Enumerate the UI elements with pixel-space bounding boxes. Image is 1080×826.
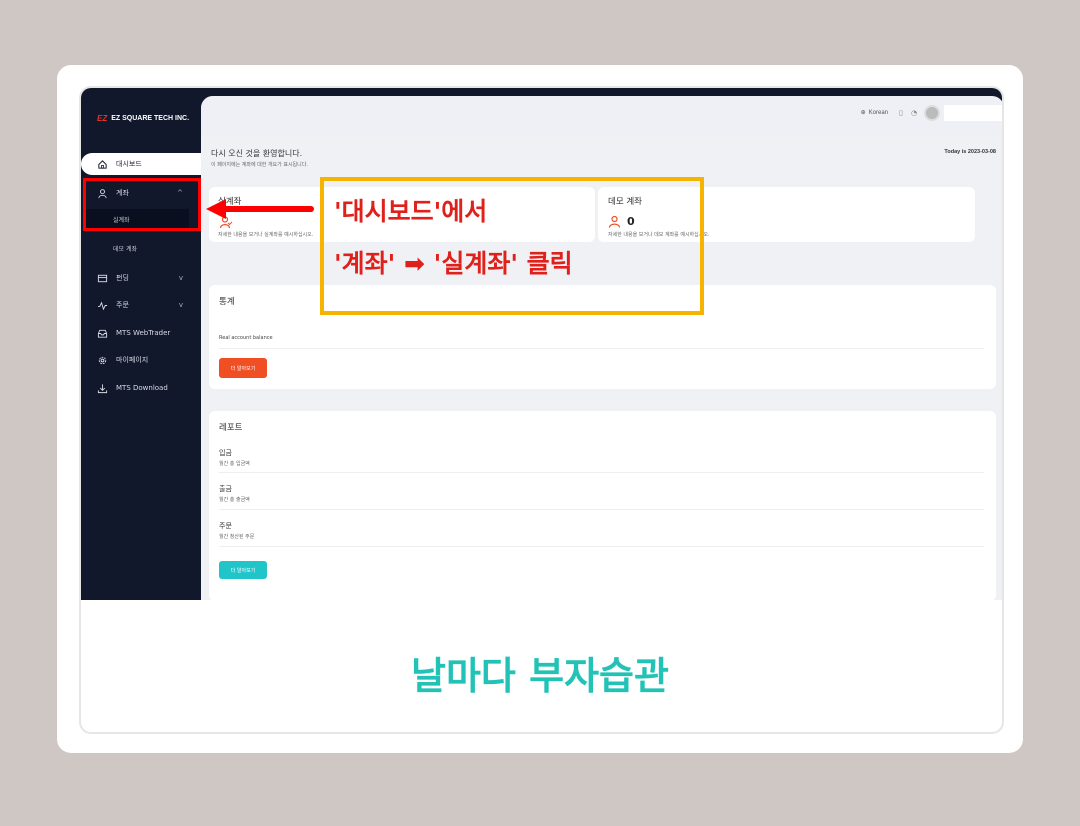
sidebar-item-label: MTS WebTrader xyxy=(116,329,171,337)
sidebar-item-mypage[interactable]: 마이페이지 xyxy=(81,349,201,371)
report-title: 레포트 xyxy=(219,423,243,433)
stats-row-label: Real account balance xyxy=(219,335,273,341)
sidebar-item-label: 펀딩 xyxy=(116,274,129,282)
pulse-icon xyxy=(97,300,108,310)
language-label: Korean xyxy=(868,109,888,116)
caption: 날마다 부자습관 xyxy=(411,654,669,698)
main-content: ⊕ Korean ▯ ◔ 다시 오신 것을 환영합니다. 이 페이지에는 계좌에… xyxy=(201,96,1002,600)
topbar: ⊕ Korean ▯ ◔ xyxy=(201,96,1002,136)
report-row-sub: 월간 총 출금액 xyxy=(219,497,250,503)
sidebar-item-label: MTS Download xyxy=(116,384,168,392)
stats-more-button[interactable]: 더 알아보기 xyxy=(219,358,267,378)
report-more-button[interactable]: 더 알아보기 xyxy=(219,561,267,579)
sidebar: EZ EZ SQUARE TECH INC. 대시보드 계좌 ^ 실계좌 데모 … xyxy=(81,88,201,600)
sidebar-subitem-demo-account[interactable]: 데모 계좌 xyxy=(85,238,189,259)
avatar[interactable] xyxy=(924,105,940,121)
logo-mark: EZ xyxy=(97,114,108,123)
logo-text: EZ SQUARE TECH INC. xyxy=(111,115,190,122)
chevron-down-icon: v xyxy=(178,274,183,282)
logo: EZ EZ SQUARE TECH INC. xyxy=(97,114,189,123)
stats-title: 통계 xyxy=(219,297,235,307)
today-date: Today is 2023-03-08 xyxy=(944,149,996,155)
sidebar-item-label: 주문 xyxy=(116,301,129,309)
sidebar-item-mts-download[interactable]: MTS Download xyxy=(81,377,201,399)
welcome-title: 다시 오신 것을 환영합니다. xyxy=(211,149,303,158)
sidebar-item-label: 대시보드 xyxy=(116,160,142,168)
sidebar-item-webtrader[interactable]: MTS WebTrader xyxy=(81,322,201,344)
report-row-label: 입금 xyxy=(219,449,232,457)
report-row-sub: 월간 총 입금액 xyxy=(219,461,250,467)
divider xyxy=(219,546,984,547)
real-account-desc: 자세한 내용을 보거나 실계좌를 예시하십시오. xyxy=(218,232,314,238)
annotation-arrow xyxy=(222,206,314,212)
user-name-field xyxy=(944,105,1002,121)
annotation-line-2: '계좌' ➡ '실계좌' 클릭 xyxy=(334,249,573,278)
divider xyxy=(219,472,984,473)
report-row-label: 주문 xyxy=(219,522,232,530)
document-icon[interactable]: ▯ xyxy=(899,109,908,118)
welcome-subtitle: 이 페이지에는 계좌에 대한 개요가 표시됩니다. xyxy=(211,162,308,168)
help-icon[interactable]: ◔ xyxy=(911,109,920,118)
home-icon xyxy=(98,159,107,169)
arrow-left-icon xyxy=(206,199,226,219)
inbox-icon xyxy=(97,329,108,338)
report-panel: 레포트 입금 월간 총 입금액 출금 월간 총 출금액 주문 월간 청산된 주문… xyxy=(209,411,996,600)
report-row-label: 출금 xyxy=(219,485,232,493)
globe-icon: ⊕ xyxy=(860,110,866,116)
report-row-sub: 월간 청산된 주문 xyxy=(219,534,255,540)
annotation-line-1: '대시보드'에서 xyxy=(334,197,488,226)
card-icon xyxy=(97,274,108,282)
language-selector[interactable]: ⊕ Korean xyxy=(860,109,888,117)
sidebar-item-funding[interactable]: 펀딩 v xyxy=(81,267,201,289)
divider xyxy=(219,509,984,510)
sidebar-item-orders[interactable]: 주문 v xyxy=(81,294,201,316)
app-window: EZ EZ SQUARE TECH INC. 대시보드 계좌 ^ 실계좌 데모 … xyxy=(81,88,1002,600)
sidebar-item-dashboard[interactable]: 대시보드 xyxy=(81,153,201,175)
highlight-box xyxy=(83,178,201,231)
sidebar-item-label: 마이페이지 xyxy=(116,356,149,364)
chevron-down-icon: v xyxy=(178,301,183,309)
gear-icon xyxy=(98,356,107,364)
download-icon xyxy=(97,383,108,393)
divider xyxy=(219,348,984,349)
